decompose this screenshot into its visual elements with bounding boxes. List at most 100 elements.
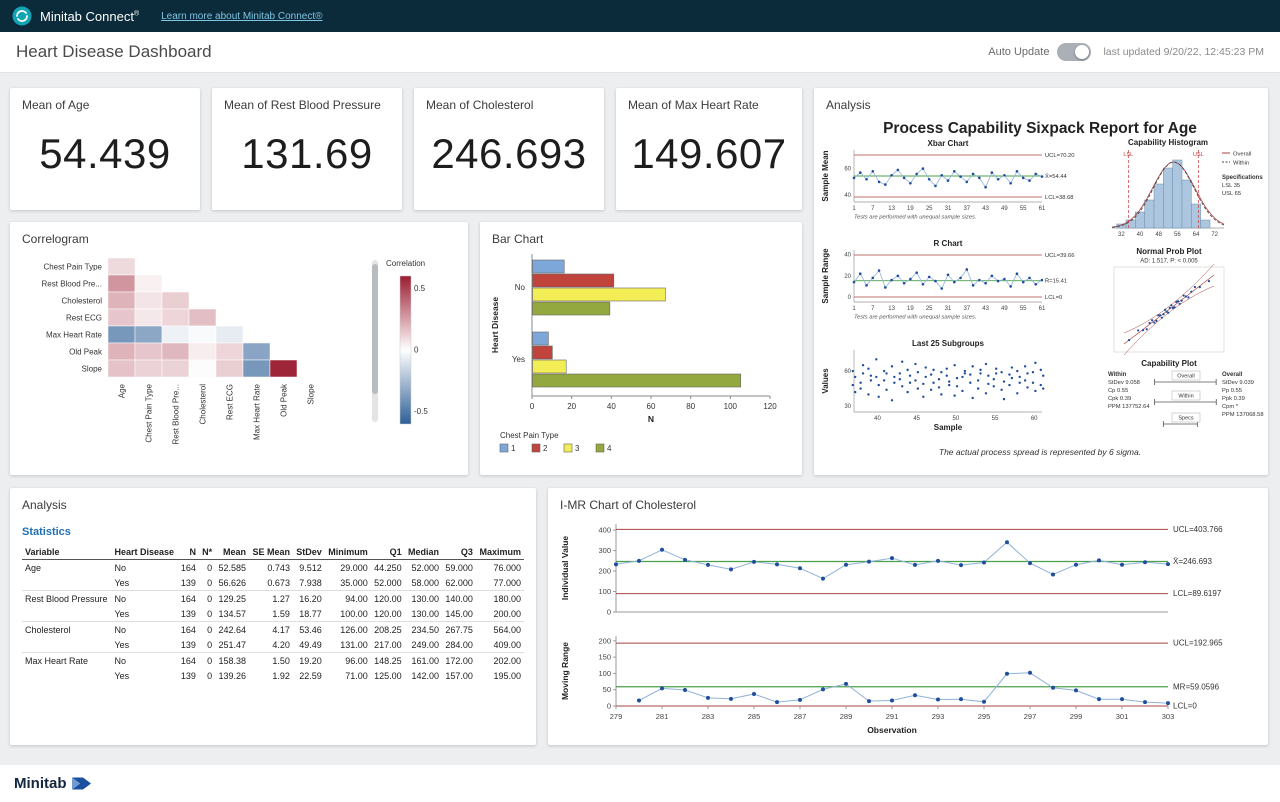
correlogram-cell[interactable] xyxy=(162,292,189,309)
correlogram-cell[interactable] xyxy=(108,326,135,343)
bar-chart: NoYes020406080100120NHeart DiseaseChest … xyxy=(486,250,792,464)
svg-text:Moving Range: Moving Range xyxy=(560,642,570,700)
correlogram-chart: Chest Pain Type Rest Blood Pre... Choleste… xyxy=(18,250,452,462)
svg-text:37: 37 xyxy=(963,206,970,212)
svg-text:Tests are performed with unequ: Tests are performed with unequal sample … xyxy=(854,315,977,321)
stats-col-header: Maximum xyxy=(476,544,524,560)
svg-text:40: 40 xyxy=(1137,232,1144,238)
svg-text:3: 3 xyxy=(575,444,580,453)
correlogram-cell[interactable] xyxy=(189,343,216,360)
stats-col-header: Median xyxy=(405,544,442,560)
bar-type1-Yes[interactable] xyxy=(533,332,549,345)
minitab-footer-brand: Minitab xyxy=(14,775,67,792)
svg-text:Tests are performed with unequ: Tests are performed with unequal sample … xyxy=(854,215,977,221)
correlogram-cell[interactable] xyxy=(135,292,162,309)
svg-text:19: 19 xyxy=(907,206,914,212)
correlogram-cell[interactable] xyxy=(243,360,270,377)
correlogram-cell[interactable] xyxy=(243,343,270,360)
correlogram-cell[interactable] xyxy=(135,326,162,343)
kpi-card-mean-max-hr: Mean of Max Heart Rate 149.607 xyxy=(616,88,802,210)
svg-text:55: 55 xyxy=(1020,206,1027,212)
correlogram-cell[interactable] xyxy=(162,326,189,343)
svg-text:Overall: Overall xyxy=(1222,372,1243,378)
kpi-title: Mean of Cholesterol xyxy=(414,88,604,116)
correlogram-cell[interactable] xyxy=(108,309,135,326)
bar-type2-No[interactable] xyxy=(533,274,614,287)
stats-col-header: Heart Disease xyxy=(111,544,177,560)
minitab-flag-icon xyxy=(71,776,93,791)
svg-text:Cpm *: Cpm * xyxy=(1222,404,1239,410)
svg-text:295: 295 xyxy=(978,712,991,721)
correlogram-cell[interactable] xyxy=(108,258,135,275)
svg-text:R̄=15.41: R̄=15.41 xyxy=(1045,278,1067,285)
svg-text:56: 56 xyxy=(1174,232,1181,238)
svg-text:2: 2 xyxy=(543,444,548,453)
svg-text:40: 40 xyxy=(874,416,881,422)
auto-update-toggle[interactable] xyxy=(1057,43,1091,61)
svg-text:Values: Values xyxy=(821,368,830,394)
correlogram-cell[interactable] xyxy=(162,343,189,360)
svg-text:Old Peak: Old Peak xyxy=(280,383,289,417)
correlogram-cell[interactable] xyxy=(108,360,135,377)
svg-text:200: 200 xyxy=(598,636,611,645)
correlogram-cell[interactable] xyxy=(108,343,135,360)
stats-row: CholesterolNo1640242.644.1753.46126.0020… xyxy=(22,622,524,638)
svg-text:Chest Pain Type: Chest Pain Type xyxy=(145,383,154,442)
svg-text:40: 40 xyxy=(844,253,851,259)
svg-text:Slope: Slope xyxy=(82,365,103,374)
correlogram-cell[interactable] xyxy=(135,309,162,326)
svg-text:64: 64 xyxy=(1193,232,1200,238)
learn-more-link[interactable]: Learn more about Minitab Connect® xyxy=(161,11,322,22)
correlogram-cell[interactable] xyxy=(135,360,162,377)
svg-text:Slope: Slope xyxy=(307,383,316,404)
panel-title: Analysis xyxy=(10,488,536,516)
svg-text:Within: Within xyxy=(1178,394,1193,400)
svg-text:120: 120 xyxy=(763,402,777,411)
correlogram-cell[interactable] xyxy=(162,360,189,377)
correlogram-scrollbar-thumb[interactable] xyxy=(372,264,378,394)
svg-text:Cholesterol: Cholesterol xyxy=(62,297,103,306)
kpi-card-mean-rest-bp: Mean of Rest Blood Pressure 131.69 xyxy=(212,88,402,210)
toggle-knob[interactable] xyxy=(1075,45,1089,59)
svg-text:300: 300 xyxy=(598,546,611,555)
svg-text:MR=59.0596: MR=59.0596 xyxy=(1173,682,1220,691)
svg-text:Rest Blood Pre...: Rest Blood Pre... xyxy=(172,384,181,444)
correlogram-cell[interactable] xyxy=(216,343,243,360)
correlogram-cell[interactable] xyxy=(216,326,243,343)
svg-text:287: 287 xyxy=(794,712,807,721)
correlogram-cell[interactable] xyxy=(216,360,243,377)
correlogram-cell[interactable] xyxy=(189,360,216,377)
svg-text:25: 25 xyxy=(926,206,933,212)
correlogram-cell[interactable] xyxy=(189,309,216,326)
svg-text:301: 301 xyxy=(1116,712,1129,721)
bar-type4-No[interactable] xyxy=(533,302,610,315)
svg-text:Process Capability Sixpack Rep: Process Capability Sixpack Report for Ag… xyxy=(883,120,1197,137)
correlogram-cell[interactable] xyxy=(108,292,135,309)
panel-title: Analysis xyxy=(814,88,1268,116)
svg-text:Within: Within xyxy=(1108,372,1127,378)
svg-text:Specs: Specs xyxy=(1178,416,1194,422)
correlogram-cell[interactable] xyxy=(135,275,162,292)
bar-type2-Yes[interactable] xyxy=(533,346,553,359)
bar-type3-No[interactable] xyxy=(533,288,666,301)
svg-text:289: 289 xyxy=(840,712,853,721)
svg-text:31: 31 xyxy=(945,206,952,212)
bar-type1-No[interactable] xyxy=(533,260,565,273)
correlogram-cell[interactable] xyxy=(108,275,135,292)
bar-type4-Yes[interactable] xyxy=(533,374,741,387)
stats-col-header: Q3 xyxy=(442,544,476,560)
bar-type3-Yes[interactable] xyxy=(533,360,567,373)
svg-text:Old Peak: Old Peak xyxy=(69,348,103,357)
stats-row: Yes139056.6260.6737.93835.00052.00058.00… xyxy=(22,575,524,591)
correlogram-cell[interactable] xyxy=(189,326,216,343)
statistics-heading[interactable]: Statistics xyxy=(10,516,536,544)
svg-text:291: 291 xyxy=(886,712,899,721)
statistics-table: VariableHeart DiseaseNN*MeanSE MeanStDev… xyxy=(22,544,524,683)
correlogram-cell[interactable] xyxy=(270,360,297,377)
correlogram-cell[interactable] xyxy=(135,343,162,360)
svg-text:The actual process spread is r: The actual process spread is represented… xyxy=(939,447,1141,457)
svg-text:Capability Histogram: Capability Histogram xyxy=(1128,138,1208,147)
stats-row: Rest Blood PressureNo1640129.251.2716.20… xyxy=(22,591,524,607)
correlogram-cell[interactable] xyxy=(162,309,189,326)
svg-text:0: 0 xyxy=(414,346,419,355)
